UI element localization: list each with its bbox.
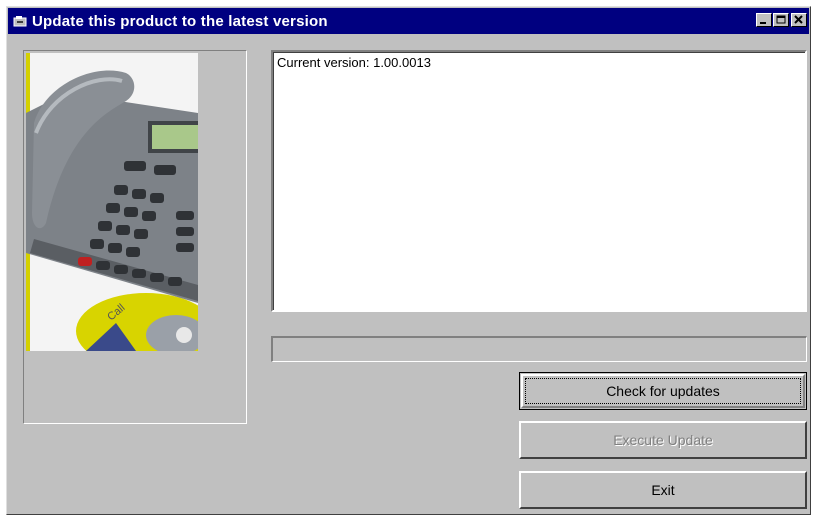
- window-title: Update this product to the latest versio…: [32, 12, 328, 30]
- title-buttons: [755, 13, 807, 27]
- title-bar[interactable]: Update this product to the latest versio…: [8, 8, 809, 34]
- minimize-button[interactable]: [756, 13, 772, 27]
- desk-phone-image: Call: [26, 53, 198, 351]
- version-info-box[interactable]: Current version: 1.00.0013: [271, 50, 807, 312]
- update-progress-bar: [271, 336, 807, 362]
- execute-update-button: Execute Update: [519, 421, 807, 459]
- product-image-frame: Call: [23, 50, 247, 424]
- maximize-button[interactable]: [773, 13, 789, 27]
- app-icon: [12, 13, 28, 29]
- close-button[interactable]: [791, 13, 807, 27]
- maximize-icon: [776, 15, 786, 24]
- close-icon: [794, 15, 803, 24]
- exit-label: Exit: [651, 482, 675, 498]
- check-for-updates-button[interactable]: Check for updates: [519, 372, 807, 410]
- check-for-updates-label: Check for updates: [606, 383, 720, 399]
- exit-button[interactable]: Exit: [519, 471, 807, 509]
- product-photo: Call: [26, 53, 198, 351]
- update-window: Update this product to the latest versio…: [6, 6, 811, 515]
- current-version-text: Current version: 1.00.0013: [277, 55, 431, 70]
- execute-update-label: Execute Update: [613, 432, 713, 448]
- minimize-icon: [760, 22, 766, 24]
